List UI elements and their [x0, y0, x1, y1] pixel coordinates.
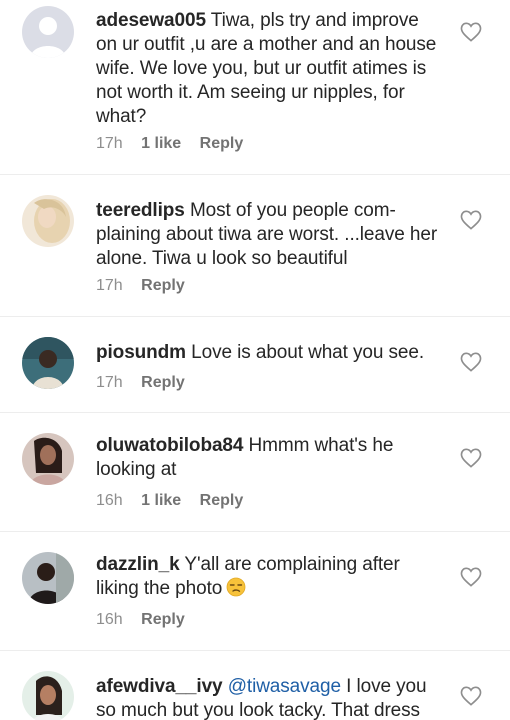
- comment-text-block: adesewa005 Tiwa, pls try and improve on …: [96, 9, 444, 129]
- comment-username[interactable]: teeredlips: [96, 200, 185, 221]
- unamused-face-emoji: [226, 577, 246, 597]
- heart-outline-icon[interactable]: [460, 448, 482, 468]
- heart-outline-icon[interactable]: [460, 22, 482, 42]
- comment-username[interactable]: oluwatobiloba84: [96, 435, 243, 456]
- comment-text-block: piosundm Love is about what you see.: [96, 341, 444, 365]
- comment-time: 16h: [96, 611, 123, 628]
- reply-button[interactable]: Reply: [141, 373, 185, 393]
- comment-likes-link[interactable]: 1 like: [141, 491, 181, 511]
- comment-item: adesewa005 Tiwa, pls try and improve on …: [0, 0, 510, 175]
- comment-meta: 17h Reply: [96, 373, 185, 393]
- comment-meta: 16h Reply: [96, 610, 185, 630]
- heart-outline-icon[interactable]: [460, 210, 482, 230]
- heart-outline-icon[interactable]: [460, 567, 482, 587]
- reply-button[interactable]: Reply: [141, 276, 185, 296]
- comment-meta: 17h 1 like Reply: [96, 134, 243, 154]
- profile-photo-icon: [22, 433, 74, 485]
- avatar[interactable]: [22, 671, 74, 720]
- comment-text: Love is about what you see.: [191, 342, 425, 363]
- comment-item: dazzlin_k Y'all are complaining after li…: [0, 532, 510, 651]
- avatar[interactable]: [22, 552, 74, 604]
- comment-time: 17h: [96, 135, 123, 152]
- comment-username[interactable]: afewdiva__ivy: [96, 676, 223, 697]
- heart-outline-icon[interactable]: [460, 352, 482, 372]
- comment-item: oluwatobiloba84 Hmmm what's he looking a…: [0, 413, 510, 532]
- comment-text-block: dazzlin_k Y'all are complaining after li…: [96, 553, 444, 601]
- comment-item: afewdiva__ivy @tiwasavage I love you so …: [0, 651, 510, 720]
- comment-time: 17h: [96, 277, 123, 294]
- comment-meta: 16h 1 like Reply: [96, 491, 243, 511]
- avatar[interactable]: [22, 433, 74, 485]
- comment-list: adesewa005 Tiwa, pls try and improve on …: [0, 0, 510, 720]
- comment-text-block: teeredlips Most of you people com-plaini…: [96, 199, 444, 271]
- default-avatar-icon: [22, 6, 74, 58]
- profile-photo-icon: [22, 337, 74, 389]
- comment-text-block: oluwatobiloba84 Hmmm what's he looking a…: [96, 434, 444, 482]
- reply-button[interactable]: Reply: [200, 491, 244, 511]
- comment-item: teeredlips Most of you people com-plaini…: [0, 175, 510, 317]
- mention-link[interactable]: @tiwasavage: [228, 676, 341, 697]
- avatar[interactable]: [22, 337, 74, 389]
- reply-button[interactable]: Reply: [141, 610, 185, 630]
- comment-username[interactable]: adesewa005: [96, 10, 206, 31]
- heart-outline-icon[interactable]: [460, 686, 482, 706]
- comment-username[interactable]: piosundm: [96, 342, 186, 363]
- comment-time: 16h: [96, 492, 123, 509]
- comment-meta: 17h Reply: [96, 276, 185, 296]
- comment-username[interactable]: dazzlin_k: [96, 554, 180, 575]
- profile-photo-icon: [22, 671, 74, 720]
- comment-text-block: afewdiva__ivy @tiwasavage I love you so …: [96, 675, 444, 720]
- reply-button[interactable]: Reply: [200, 134, 244, 154]
- avatar[interactable]: [22, 195, 74, 247]
- comment-likes-link[interactable]: 1 like: [141, 134, 181, 154]
- avatar[interactable]: [22, 6, 74, 58]
- profile-photo-icon: [22, 552, 74, 604]
- comment-time: 17h: [96, 374, 123, 391]
- profile-photo-icon: [22, 195, 74, 247]
- comment-item: piosundm Love is about what you see. 17h…: [0, 317, 510, 413]
